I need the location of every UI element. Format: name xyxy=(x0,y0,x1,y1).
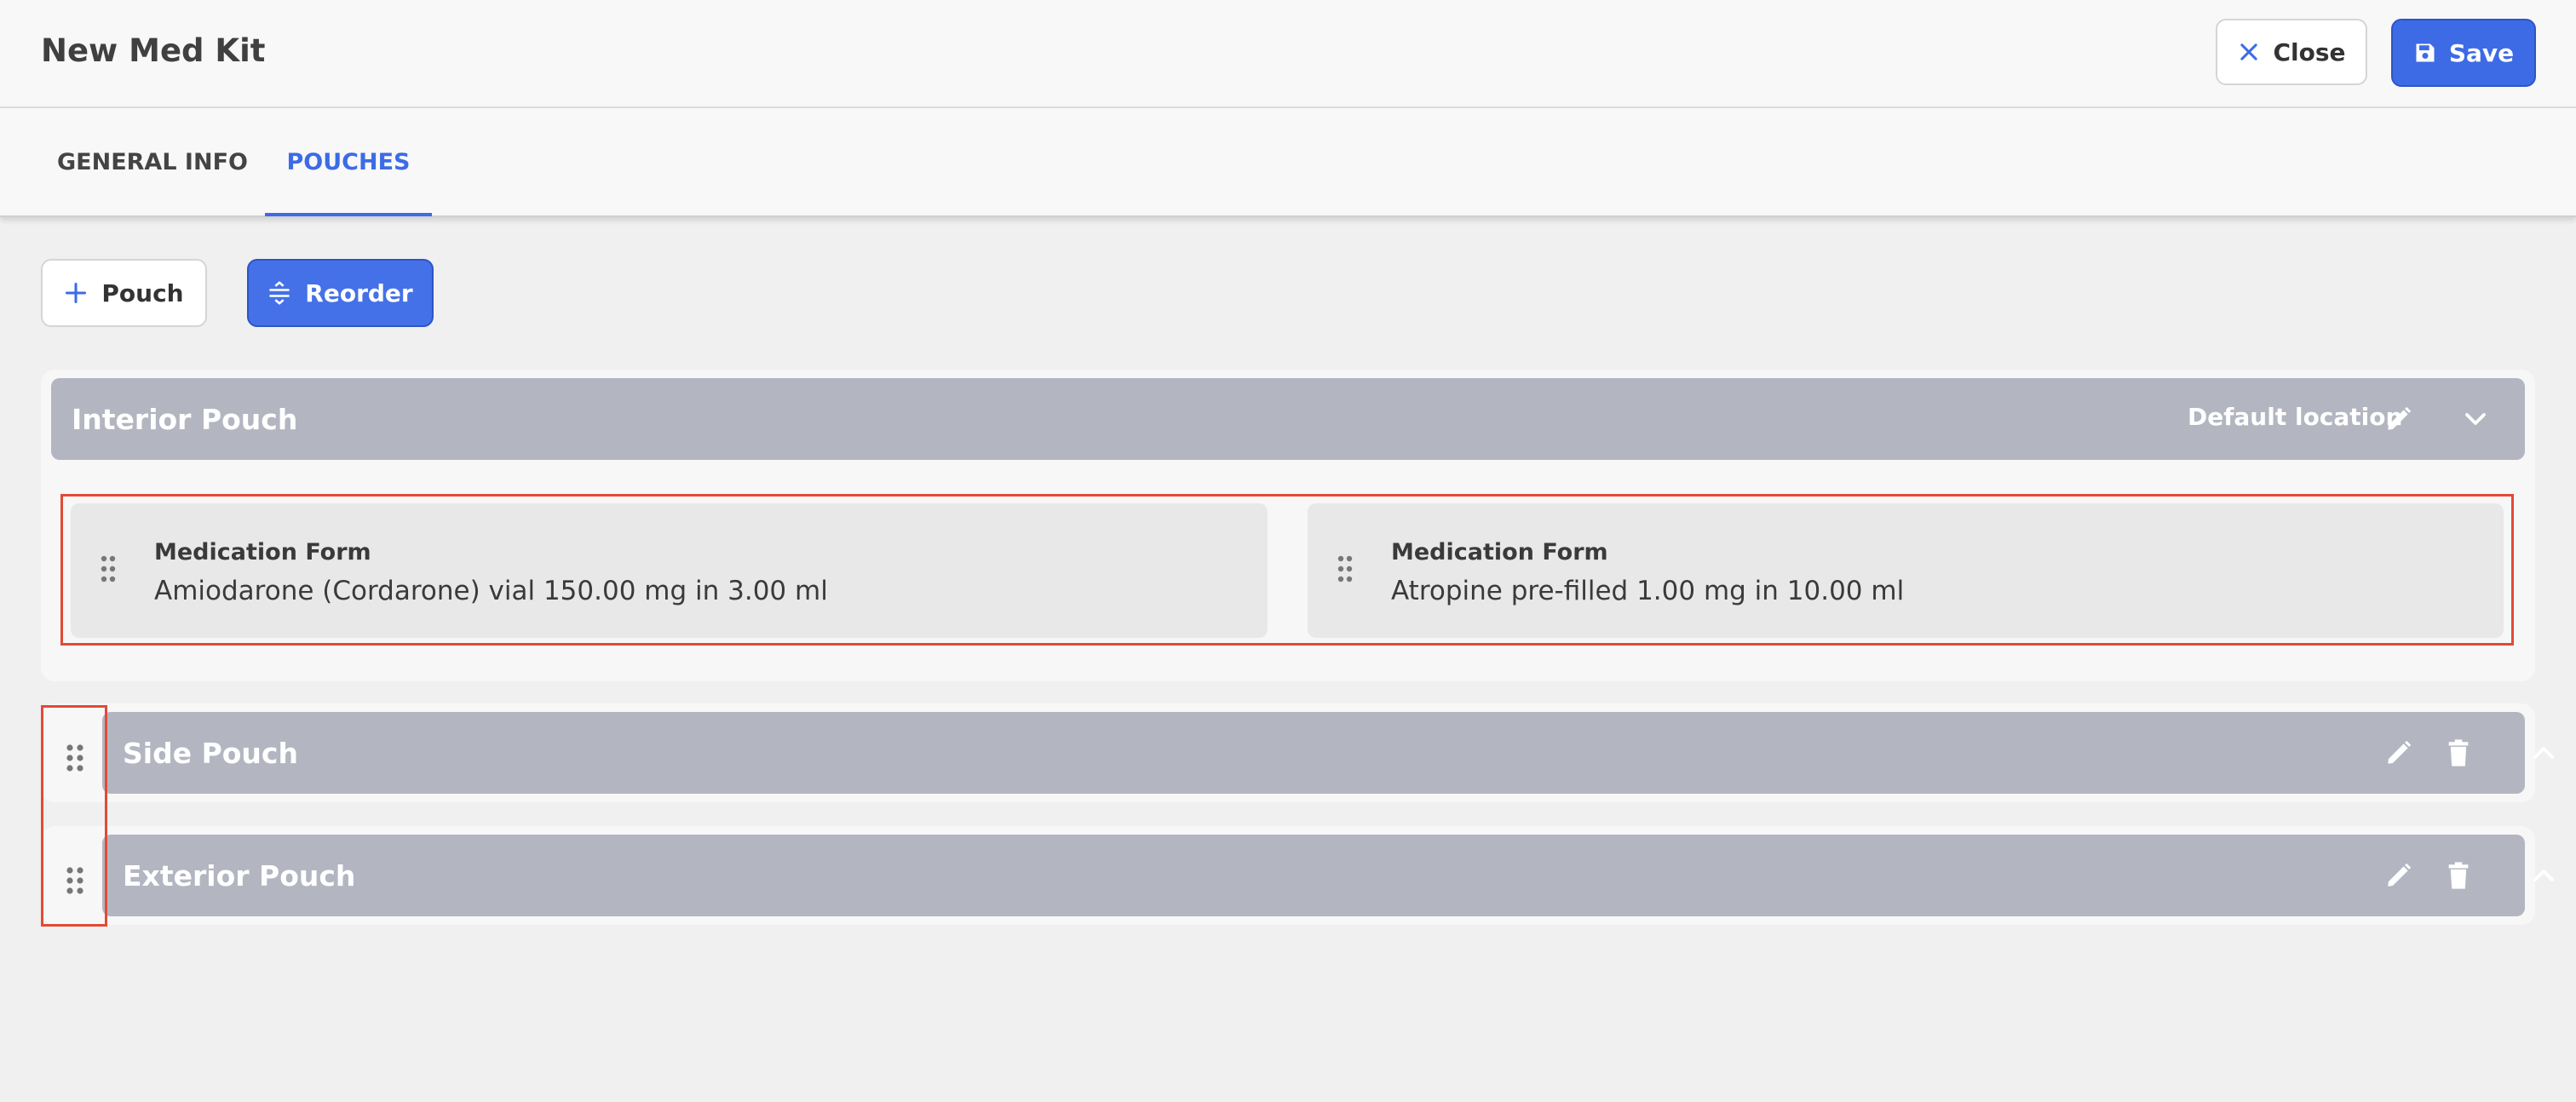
medication-form-label: Medication Form xyxy=(154,539,371,565)
trash-icon xyxy=(2448,862,2469,889)
save-button-label: Save xyxy=(2448,38,2515,67)
drag-handle-icon[interactable] xyxy=(65,866,85,895)
default-location-label: Default location xyxy=(2188,403,2403,431)
chevron-up-icon xyxy=(2533,870,2554,881)
drag-handle-icon[interactable] xyxy=(1337,554,1354,583)
medication-form-label: Medication Form xyxy=(1391,539,1608,565)
pencil-icon xyxy=(2388,740,2412,764)
active-tab-indicator xyxy=(265,213,432,216)
add-pouch-button[interactable]: Pouch xyxy=(41,259,207,327)
reorder-button[interactable]: Reorder xyxy=(247,259,434,327)
drag-handle-icon[interactable] xyxy=(100,554,117,583)
pencil-icon xyxy=(2388,406,2412,430)
top-bar: New Med Kit Close Save xyxy=(0,0,2576,108)
trash-icon xyxy=(2448,739,2469,766)
pouch-header-exterior[interactable]: Exterior Pouch xyxy=(102,835,2554,916)
collapse-toggle[interactable] xyxy=(2455,399,2496,439)
delete-button[interactable] xyxy=(2438,732,2479,773)
chevron-up-icon xyxy=(2533,747,2554,759)
add-pouch-label: Pouch xyxy=(101,278,184,307)
chevron-down-icon xyxy=(2465,413,2486,425)
drag-handle-icon[interactable] xyxy=(65,743,85,772)
pencil-icon xyxy=(2388,863,2412,887)
medication-item[interactable]: Medication Form Atropine pre-filled 1.00… xyxy=(1308,503,2504,638)
expand-toggle[interactable] xyxy=(2523,855,2564,896)
edit-button[interactable] xyxy=(2378,732,2419,773)
pouch-card-side: Side Pouch xyxy=(41,703,2554,802)
close-button[interactable]: Close xyxy=(2216,19,2367,85)
tab-bar: GENERAL INFO POUCHES xyxy=(0,108,2576,217)
page-title: New Med Kit xyxy=(41,32,266,69)
pouch-title: Exterior Pouch xyxy=(123,858,356,893)
reorder-label: Reorder xyxy=(305,278,413,307)
pouch-header-side[interactable]: Side Pouch xyxy=(102,712,2554,794)
medication-form-value: Atropine pre-filled 1.00 mg in 10.00 ml xyxy=(1391,576,1905,606)
pouch-card-exterior: Exterior Pouch xyxy=(41,826,2554,925)
medication-list: Medication Form Amiodarone (Cordarone) v… xyxy=(60,494,2514,646)
save-button[interactable]: Save xyxy=(2391,19,2536,87)
plus-icon xyxy=(66,282,87,304)
expand-toggle[interactable] xyxy=(2523,732,2564,773)
pouch-drag-handles xyxy=(41,705,107,927)
medication-form-value: Amiodarone (Cordarone) vial 150.00 mg in… xyxy=(154,576,828,606)
tab-pouches[interactable]: POUCHES xyxy=(265,108,432,215)
close-icon xyxy=(2240,43,2258,60)
close-button-label: Close xyxy=(2273,37,2346,66)
edit-button[interactable] xyxy=(2378,399,2419,439)
pouch-title: Interior Pouch xyxy=(72,402,298,436)
medication-item[interactable]: Medication Form Amiodarone (Cordarone) v… xyxy=(71,503,1268,638)
save-icon xyxy=(2416,43,2435,62)
delete-button[interactable] xyxy=(2438,855,2479,896)
edit-button[interactable] xyxy=(2378,855,2419,896)
reorder-icon xyxy=(269,281,290,305)
tab-general-info[interactable]: GENERAL INFO xyxy=(41,108,264,215)
pouch-title: Side Pouch xyxy=(123,736,298,770)
pouch-header-interior[interactable]: Interior Pouch Default location xyxy=(51,378,2525,460)
